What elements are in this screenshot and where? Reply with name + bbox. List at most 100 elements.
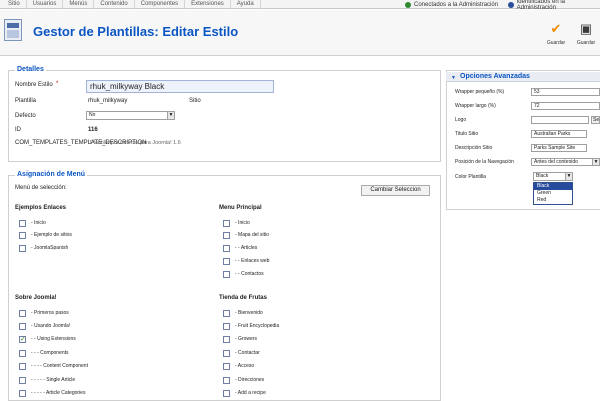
checkbox[interactable] bbox=[223, 244, 230, 252]
floppy-disk-icon: ▣ bbox=[579, 21, 593, 36]
menu-group-title: Ejemplos Enlaces bbox=[15, 205, 67, 211]
checkbox[interactable] bbox=[223, 349, 230, 357]
menu-contenido[interactable]: Contenido bbox=[94, 0, 135, 9]
admin-status-text: Conectados a la Administración bbox=[414, 1, 499, 8]
checkbox[interactable] bbox=[223, 309, 230, 317]
menu-usuarios[interactable]: Usuarios bbox=[27, 0, 64, 9]
menu-item-label: - Ejemplo de sitios bbox=[31, 232, 72, 238]
save-button[interactable]: ✔ Guardar bbox=[542, 22, 570, 48]
checkbox[interactable] bbox=[223, 389, 230, 397]
triangle-down-icon: ▼ bbox=[451, 75, 456, 81]
menu-item[interactable]: - JoomlaSpanish bbox=[19, 244, 68, 252]
menu-ayuda[interactable]: Ayuda bbox=[231, 0, 261, 9]
template-client: Sitio bbox=[189, 98, 201, 104]
menu-item[interactable]: - Acceso bbox=[223, 362, 254, 370]
menu-item[interactable]: - - Enlaces web bbox=[223, 257, 269, 265]
checkbox[interactable] bbox=[223, 362, 230, 370]
color-option-black[interactable]: Black bbox=[534, 183, 572, 190]
menu-item[interactable]: - - Contactos bbox=[223, 270, 264, 278]
menu-item-label: - Usando Joomla! bbox=[31, 323, 71, 329]
menu-item[interactable]: - Contactar bbox=[223, 349, 260, 357]
checkbox[interactable] bbox=[223, 231, 230, 239]
menu-item-label: - JoomlaSpanish bbox=[31, 245, 69, 251]
checkbox[interactable] bbox=[19, 219, 26, 227]
menu-item[interactable]: - Inicio bbox=[223, 219, 250, 227]
menu-item-label: - - Articles bbox=[235, 245, 258, 251]
checkbox[interactable] bbox=[19, 309, 26, 317]
checkbox[interactable] bbox=[19, 231, 26, 239]
menu-item-label: - - Using Extensions bbox=[31, 336, 76, 342]
menu-item[interactable]: - - - Components bbox=[19, 349, 69, 357]
template-color-dropdown: Black Green Red bbox=[533, 182, 573, 205]
logo-input[interactable] bbox=[531, 116, 589, 124]
checkbox[interactable] bbox=[223, 322, 230, 330]
menu-item[interactable]: - Usando Joomla! bbox=[19, 322, 70, 330]
checkbox[interactable] bbox=[19, 376, 26, 384]
checkbox[interactable] bbox=[223, 335, 230, 343]
template-label: Plantilla bbox=[15, 98, 37, 104]
checkbox[interactable] bbox=[223, 257, 230, 265]
menu-sitio[interactable]: Sitio bbox=[2, 0, 27, 9]
wrapper-small-input[interactable]: 53 bbox=[531, 88, 600, 96]
menu-componentes[interactable]: Componentes bbox=[135, 0, 186, 9]
menu-group-title: Sobre Joomla! bbox=[15, 295, 57, 301]
site-description-input[interactable]: Parks Sample Site bbox=[531, 144, 587, 152]
checkbox[interactable] bbox=[19, 349, 26, 357]
menu-item[interactable]: - - Articles bbox=[223, 244, 257, 252]
advanced-options-title[interactable]: Opciones Avanzadas bbox=[460, 73, 530, 80]
checkbox[interactable] bbox=[223, 270, 230, 278]
style-name-input[interactable]: rhuk_milkyway Black bbox=[86, 80, 274, 93]
menu-selection-label: Menú de selección: bbox=[15, 185, 67, 191]
color-option-red[interactable]: Red bbox=[534, 197, 572, 204]
style-name-label: Nombre Estilo bbox=[15, 82, 53, 88]
menu-menus[interactable]: Menús bbox=[63, 0, 95, 9]
template-color-select[interactable]: Black ▼ bbox=[533, 172, 573, 181]
menu-group-title: Menu Principal bbox=[219, 205, 262, 211]
navigation-position-select[interactable]: Antes del contenido ▼ bbox=[531, 158, 600, 166]
site-title-input[interactable]: Australian Parks bbox=[531, 130, 587, 138]
menu-item[interactable]: - Bienvenido bbox=[223, 309, 263, 317]
menu-item-label: - Contactar bbox=[235, 350, 260, 356]
template-value: rhuk_milkyway bbox=[88, 98, 128, 104]
menu-item[interactable]: - Add a recipe bbox=[223, 389, 266, 397]
checkbox[interactable] bbox=[223, 219, 230, 227]
menu-item[interactable]: - Fruit Encyclopedia bbox=[223, 322, 279, 330]
template-color-value: Black bbox=[536, 173, 549, 179]
wrapper-small-label: Wrapper pequeño (%) bbox=[455, 89, 505, 95]
default-select[interactable]: No ▼ bbox=[86, 111, 175, 120]
menu-item[interactable]: - - - - - Article Categories bbox=[19, 389, 85, 397]
menu-item[interactable]: - Growers bbox=[223, 335, 257, 343]
chevron-down-icon: ▼ bbox=[167, 112, 174, 119]
save-all-button[interactable]: ▣ Guardar bbox=[572, 22, 600, 48]
wrapper-large-input[interactable]: 72 bbox=[531, 102, 600, 110]
chevron-down-icon: ▼ bbox=[565, 173, 572, 180]
checkbox-checked[interactable] bbox=[19, 335, 26, 343]
checkbox[interactable] bbox=[223, 376, 230, 384]
menu-item-label: - Add a recipe bbox=[235, 390, 266, 396]
menu-item[interactable]: - Inicio bbox=[19, 219, 46, 227]
users-online-icon bbox=[405, 1, 411, 8]
color-option-green[interactable]: Green bbox=[534, 190, 572, 197]
menu-item[interactable]: - - - - - Single Article bbox=[19, 376, 75, 384]
logo-select-button[interactable]: Se bbox=[591, 116, 600, 124]
admin-right-status-text: Identificados en la Administración bbox=[516, 0, 565, 11]
checkbox[interactable] bbox=[19, 389, 26, 397]
checkbox[interactable] bbox=[19, 322, 26, 330]
menu-item[interactable]: - Primeros pasos bbox=[19, 309, 69, 317]
menu-item-label: - Inicio bbox=[235, 220, 250, 226]
menu-item[interactable]: - Ejemplo de sitios bbox=[19, 231, 72, 239]
menu-extensiones[interactable]: Extensiones bbox=[185, 0, 231, 9]
checkbox[interactable] bbox=[19, 244, 26, 252]
menu-item-label: - Growers bbox=[235, 336, 257, 342]
required-marker: * bbox=[56, 81, 59, 87]
menu-item[interactable]: - - Using Extensions bbox=[19, 335, 76, 343]
checkbox[interactable] bbox=[19, 362, 26, 370]
menu-item[interactable]: - - - - Content Component bbox=[19, 362, 88, 370]
id-label: ID bbox=[15, 127, 21, 133]
wrapper-large-label: Wrapper largo (%) bbox=[455, 103, 496, 109]
menu-item-label: - - - - - Article Categories bbox=[31, 390, 86, 396]
change-selection-button[interactable]: Cambiar Seleccion bbox=[361, 185, 430, 196]
menu-item[interactable]: - Direcciones bbox=[223, 376, 264, 384]
site-title-label: Titulo Sitio bbox=[455, 131, 479, 137]
menu-item[interactable]: - Mapa del sitio bbox=[223, 231, 269, 239]
